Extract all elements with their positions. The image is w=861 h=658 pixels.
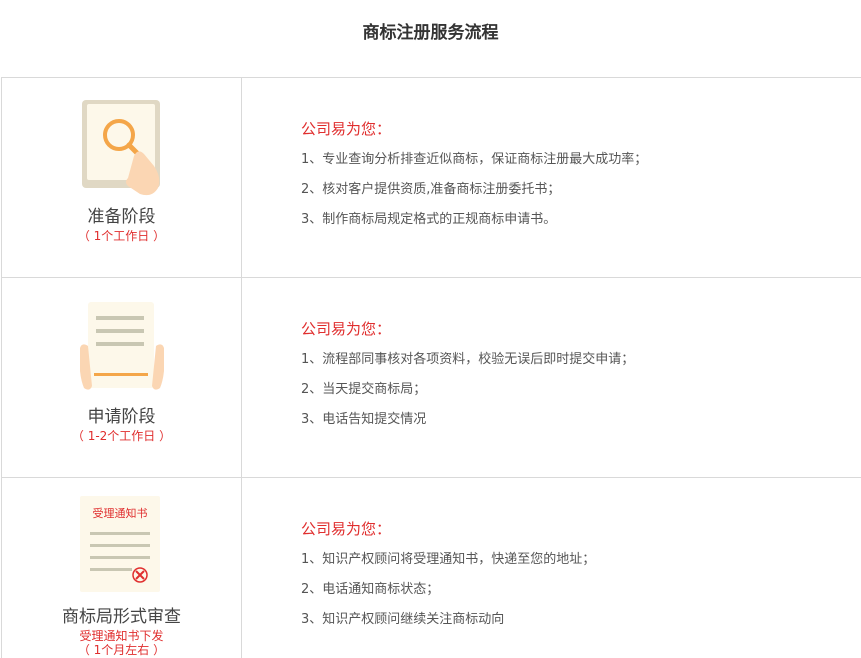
step-prepare-stage: 准备阶段 （ 1个工作日 ） [2, 78, 242, 277]
stage-name: 商标局形式审查 [62, 607, 181, 627]
acceptance-notice-icon: 受理通知书 [80, 496, 160, 592]
application-document-icon [80, 302, 164, 390]
service-item: 1、专业查询分析排查近似商标，保证商标注册最大成功率； [301, 152, 648, 167]
stage-time: （ 1个工作日 ） [77, 229, 166, 243]
service-item: 2、当天提交商标局； [301, 382, 427, 397]
step-review: 受理通知书 商标局形式审查 受理通知书下发 （ 1个月左右 ） 公司易为您： 1… [2, 477, 861, 658]
service-item: 3、知识产权顾问继续关注商标动向 [301, 612, 505, 627]
service-item: 3、制作商标局规定格式的正规商标申请书。 [301, 212, 557, 227]
step-apply-stage: 申请阶段 （ 1-2个工作日 ） [2, 278, 242, 477]
page-title: 商标注册服务流程 [362, 23, 499, 43]
service-item: 2、电话通知商标状态； [301, 582, 440, 597]
step-prepare-details: 公司易为您： 1、专业查询分析排查近似商标，保证商标注册最大成功率； 2、核对客… [242, 78, 861, 277]
step-apply-details: 公司易为您： 1、流程部同事核对各项资料，校验无误后即时提交申请； 2、当天提交… [242, 278, 861, 477]
step-prepare: 准备阶段 （ 1个工作日 ） 公司易为您： 1、专业查询分析排查近似商标，保证商… [2, 77, 861, 277]
service-item: 2、核对客户提供资质,准备商标注册委托书； [301, 182, 561, 197]
stage-time: （ 1个月左右 ） [77, 643, 166, 657]
notice-title: 受理通知书 [93, 506, 148, 520]
process-steps: 准备阶段 （ 1个工作日 ） 公司易为您： 1、专业查询分析排查近似商标，保证商… [1, 77, 861, 658]
services-heading: 公司易为您： [301, 320, 392, 338]
stage-name: 准备阶段 [87, 207, 156, 227]
service-item: 1、知识产权顾问将受理通知书，快递至您的地址； [301, 552, 596, 567]
stage-time: （ 1-2个工作日 ） [71, 429, 172, 443]
service-item: 3、电话告知提交情况 [301, 412, 427, 427]
services-heading: 公司易为您： [301, 520, 392, 538]
step-review-details: 公司易为您： 1、知识产权顾问将受理通知书，快递至您的地址； 2、电话通知商标状… [242, 478, 861, 658]
services-heading: 公司易为您： [301, 120, 392, 138]
search-document-icon [82, 100, 160, 196]
stage-name: 申请阶段 [87, 407, 156, 427]
step-apply: 申请阶段 （ 1-2个工作日 ） 公司易为您： 1、流程部同事核对各项资料，校验… [2, 277, 861, 477]
step-review-stage: 受理通知书 商标局形式审查 受理通知书下发 （ 1个月左右 ） [2, 478, 242, 658]
service-item: 1、流程部同事核对各项资料，校验无误后即时提交申请； [301, 352, 635, 367]
